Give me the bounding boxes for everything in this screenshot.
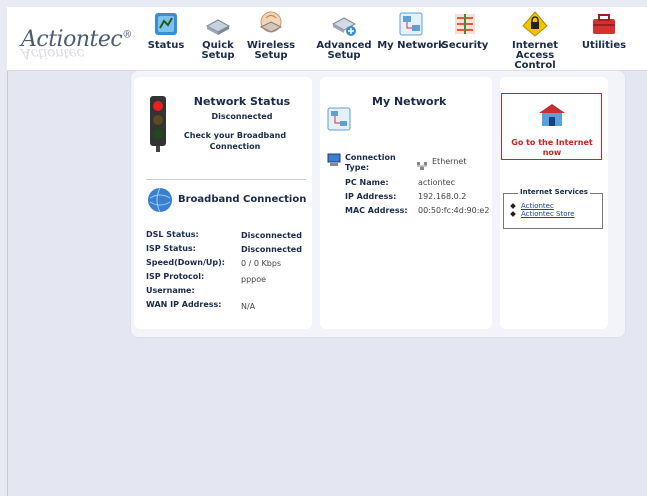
network-map-icon <box>327 107 351 135</box>
nav-item-security[interactable]: Security <box>430 10 500 51</box>
row-label: Username: <box>146 286 195 295</box>
computer-icon <box>326 152 342 172</box>
row-value: Disconnected <box>241 245 302 254</box>
internet-services-box: Internet Services Actiontec Actiontec St… <box>503 188 603 229</box>
nav-item-utilities[interactable]: Utilities <box>572 10 636 51</box>
nav-label: Utilities <box>581 40 627 51</box>
row-value: 00:50:fc:4d:90:e2 <box>418 206 490 215</box>
nav-item-wireless-setup[interactable]: Wireless Setup <box>236 10 306 61</box>
network-status-title: Network Status <box>193 95 291 108</box>
link-actiontec[interactable]: Actiontec <box>521 202 554 210</box>
row-label: Speed(Down/Up): <box>146 258 225 267</box>
row-label: PC Name: <box>345 178 389 187</box>
connection-type-value: Ethernet <box>432 157 467 166</box>
row-value: 0 / 0 Kbps <box>241 259 282 268</box>
lock-icon <box>521 10 549 38</box>
globe-icon <box>146 186 174 218</box>
nav-label: Advanced Setup <box>316 40 372 61</box>
row-label: WAN IP Address: <box>146 300 222 309</box>
internet-services-title: Internet Services <box>518 188 590 196</box>
nav-label: Wireless Setup <box>246 40 296 61</box>
broadband-title: Broadband Connection <box>178 194 307 205</box>
logo-reflection: Actiontec <box>21 45 84 61</box>
nav-item-advanced-setup[interactable]: Advanced Setup <box>309 10 379 61</box>
security-icon <box>451 10 479 38</box>
row-label: MAC Address: <box>345 206 408 215</box>
row-value: N/A <box>241 302 256 311</box>
status-icon <box>152 10 180 38</box>
row-label: DSL Status: <box>146 230 199 239</box>
my-network-title: My Network <box>372 95 447 108</box>
bullet-icon <box>510 203 516 209</box>
row-label: IP Address: <box>345 192 397 201</box>
bullet-icon <box>510 211 516 217</box>
link-actiontec-store[interactable]: Actiontec Store <box>521 210 575 218</box>
router-icon <box>204 10 232 38</box>
row-value: Disconnected <box>241 231 302 240</box>
nav-label: Internet Access Control <box>511 40 558 71</box>
ethernet-icon <box>416 156 428 175</box>
connection-type-label: Connection Type: <box>345 153 396 172</box>
traffic-light-icon <box>146 96 170 158</box>
go-to-internet-label: Go to the Internet now <box>511 138 593 157</box>
row-value: pppoe <box>241 275 267 284</box>
house-icon <box>538 103 566 131</box>
go-to-internet-button[interactable]: Go to the Internet now <box>501 93 602 160</box>
network-status-state: Disconnected <box>211 112 273 121</box>
wireless-router-icon <box>257 10 285 38</box>
row-label: ISP Status: <box>146 244 196 253</box>
row-value: 192.168.0.2 <box>418 192 467 201</box>
row-value: actiontec <box>418 178 456 187</box>
advanced-router-icon <box>330 10 358 38</box>
network-status-hint: Check your Broadband Connection <box>183 131 287 151</box>
toolbox-icon <box>590 10 618 38</box>
divider <box>146 179 306 180</box>
nav-label: Security <box>441 40 489 51</box>
nav-item-internet-access-control[interactable]: Internet Access Control <box>496 10 574 71</box>
network-icon <box>397 10 425 38</box>
row-label: ISP Protocol: <box>146 272 205 281</box>
